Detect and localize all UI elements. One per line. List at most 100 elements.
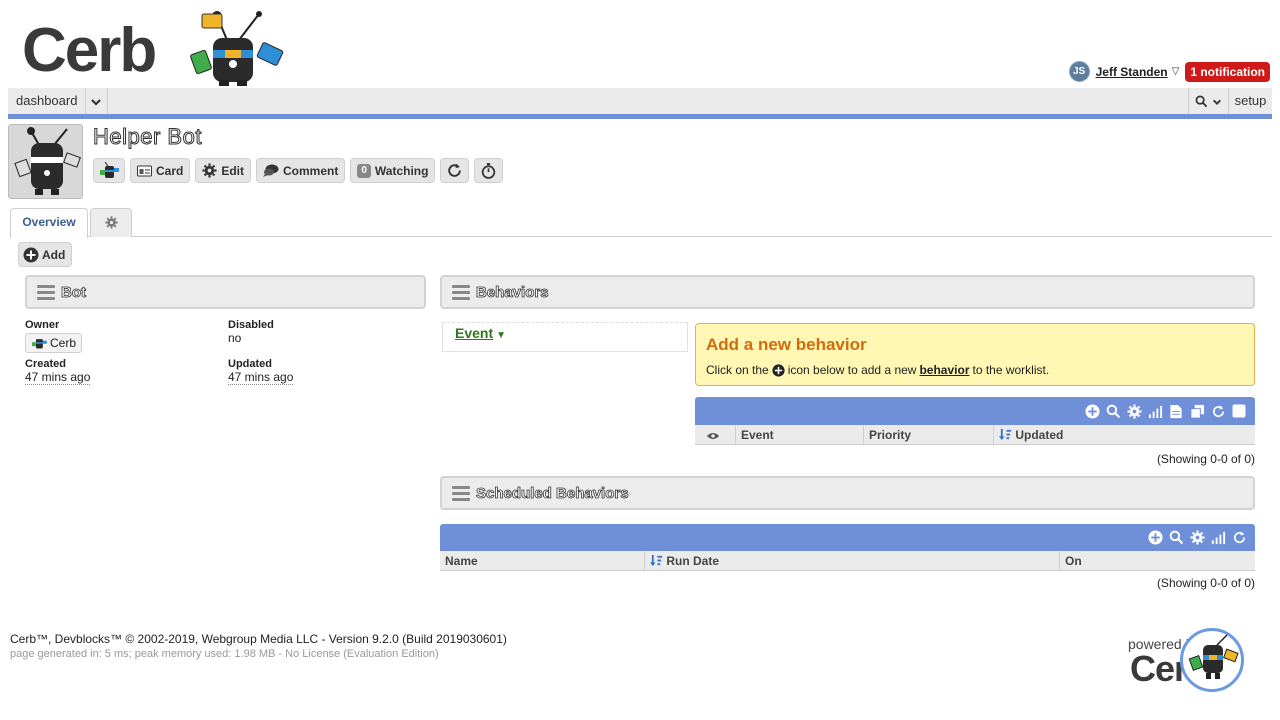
- disabled-value: no: [228, 331, 242, 345]
- help-box: Add a new behavior Click on the icon bel…: [695, 323, 1255, 386]
- copy-icon[interactable]: [1189, 403, 1205, 419]
- menu-dashboard-tab[interactable]: dashboard: [8, 88, 87, 114]
- help-text: Click on the icon below to add a new beh…: [706, 363, 1050, 377]
- tab-settings[interactable]: [90, 208, 132, 237]
- fit-icon[interactable]: [1210, 530, 1226, 546]
- watch-button[interactable]: 0 Watching: [350, 158, 436, 183]
- profile-toolbar: Card Edit Comment 0 Watching: [93, 158, 504, 183]
- timer-button[interactable]: [474, 158, 504, 183]
- column-event[interactable]: Event: [735, 425, 863, 445]
- behaviors-worklist-toolbar: [695, 397, 1255, 425]
- sort-desc-icon: [999, 428, 1012, 441]
- column-priority[interactable]: Priority: [863, 425, 993, 445]
- refresh-icon: [448, 163, 462, 177]
- updated-label: Updated: [228, 358, 272, 370]
- tab-overview[interactable]: Overview: [10, 208, 88, 238]
- checkbox-icon[interactable]: [1231, 403, 1247, 419]
- behaviors-widget-header[interactable]: Behaviors: [440, 275, 1255, 309]
- watcher-count: 0: [357, 163, 371, 178]
- logo-text: Cerb: [22, 16, 157, 85]
- bot-widget-header[interactable]: Bot: [25, 275, 426, 309]
- created-label: Created: [25, 358, 66, 370]
- footer-stats: page generated in: 5 ms; peak memory use…: [10, 648, 439, 660]
- gear-icon[interactable]: [1126, 403, 1142, 419]
- menu-more-button[interactable]: [84, 88, 108, 114]
- menu-setup-tab[interactable]: setup: [1228, 88, 1272, 114]
- plus-circle-icon: [772, 363, 785, 377]
- column-eye[interactable]: [695, 425, 730, 445]
- menu-icon[interactable]: [452, 485, 470, 501]
- search-icon[interactable]: [1105, 403, 1121, 419]
- add-widget-button[interactable]: Add: [18, 242, 73, 267]
- scheduled-widget-header[interactable]: Scheduled Behaviors: [440, 476, 1255, 510]
- column-updated-label: Updated: [1015, 428, 1064, 442]
- behaviors-widget-title: Behaviors: [476, 283, 549, 301]
- created-property: Created 47 mins ago: [25, 358, 91, 385]
- user-name-link[interactable]: Jeff Standen: [1096, 65, 1168, 79]
- menu-icon[interactable]: [37, 284, 55, 300]
- updated-value: 47 mins ago: [228, 370, 294, 385]
- created-value: 47 mins ago: [25, 370, 91, 385]
- user-avatar[interactable]: JS: [1068, 61, 1090, 82]
- footer-copyright: Cerb™, Devblocks™ © 2002-2019, Webgroup …: [10, 632, 507, 646]
- plus-circle-icon: [23, 247, 39, 262]
- search-icon[interactable]: [1168, 530, 1184, 546]
- powered-by-logo[interactable]: powered by Cerb: [1128, 626, 1268, 696]
- chevron-down-icon: [90, 98, 101, 106]
- card-icon: [137, 165, 152, 177]
- caret-down-icon: ▼: [496, 330, 507, 341]
- sort-desc-icon: [650, 554, 663, 567]
- column-on[interactable]: On: [1059, 551, 1255, 571]
- menu-icon[interactable]: [452, 284, 470, 300]
- plus-circle-icon[interactable]: [1084, 403, 1100, 419]
- behaviors-showing-count: (Showing 0-0 of 0): [1156, 452, 1255, 466]
- comment-button[interactable]: Comment: [256, 158, 346, 183]
- event-filter-link[interactable]: Event ▼: [455, 325, 506, 341]
- plus-circle-icon[interactable]: [1147, 530, 1163, 546]
- comment-icon: [263, 164, 279, 177]
- eye-icon: [706, 432, 719, 439]
- card-label: Card: [156, 163, 184, 178]
- refresh-icon[interactable]: [1210, 403, 1226, 419]
- main-menu-bar: dashboard setup: [8, 88, 1272, 119]
- export-icon[interactable]: [1168, 403, 1184, 419]
- fit-icon[interactable]: [1147, 403, 1163, 419]
- comment-label: Comment: [283, 163, 339, 178]
- column-name[interactable]: Name: [440, 551, 644, 571]
- refresh-icon[interactable]: [1231, 530, 1247, 546]
- event-filter: Event ▼: [442, 322, 688, 352]
- add-label: Add: [42, 247, 66, 262]
- scheduled-showing-count: (Showing 0-0 of 0): [1156, 576, 1255, 590]
- card-button[interactable]: Card: [130, 158, 191, 183]
- owner-value: Cerb: [50, 336, 77, 350]
- profile-tabs: Overview: [10, 207, 1272, 238]
- scheduled-worklist-toolbar: [440, 524, 1255, 551]
- disabled-label: Disabled: [228, 319, 274, 331]
- gear-icon[interactable]: [1189, 530, 1205, 546]
- column-updated[interactable]: Updated: [993, 425, 1255, 445]
- refresh-button[interactable]: [440, 158, 470, 183]
- column-run-date[interactable]: Run Date: [644, 551, 1059, 571]
- notifications-badge[interactable]: 1 notification: [1185, 61, 1270, 82]
- owner-label: Owner: [25, 319, 60, 331]
- page-title: Helper Bot: [93, 124, 202, 150]
- footer: Cerb™, Devblocks™ © 2002-2019, Webgroup …: [10, 632, 507, 660]
- behavior-link[interactable]: behavior: [919, 363, 969, 377]
- owner-property: Owner Cerb: [25, 319, 83, 353]
- bot-avatar-button[interactable]: [93, 158, 125, 183]
- cerb-logo[interactable]: Cerb: [22, 10, 284, 88]
- search-menu-button[interactable]: [1188, 88, 1228, 114]
- edit-label: Edit: [221, 163, 245, 178]
- owner-chip[interactable]: Cerb: [25, 333, 83, 353]
- help-title: Add a new behavior: [706, 335, 867, 354]
- user-area: JS Jeff Standen ▽ 1 notification: [1068, 61, 1270, 82]
- edit-button[interactable]: Edit: [195, 158, 252, 183]
- chevron-down-icon[interactable]: ▽: [1172, 66, 1180, 77]
- stopwatch-icon: [482, 163, 496, 179]
- bot-icon: [100, 161, 119, 178]
- bot-logo-icon: [1180, 628, 1244, 692]
- chevron-down-icon: [1212, 99, 1221, 105]
- gear-icon: [202, 163, 217, 178]
- bot-icon: [32, 339, 47, 349]
- behaviors-table-header: Event Priority Updated: [695, 425, 1255, 445]
